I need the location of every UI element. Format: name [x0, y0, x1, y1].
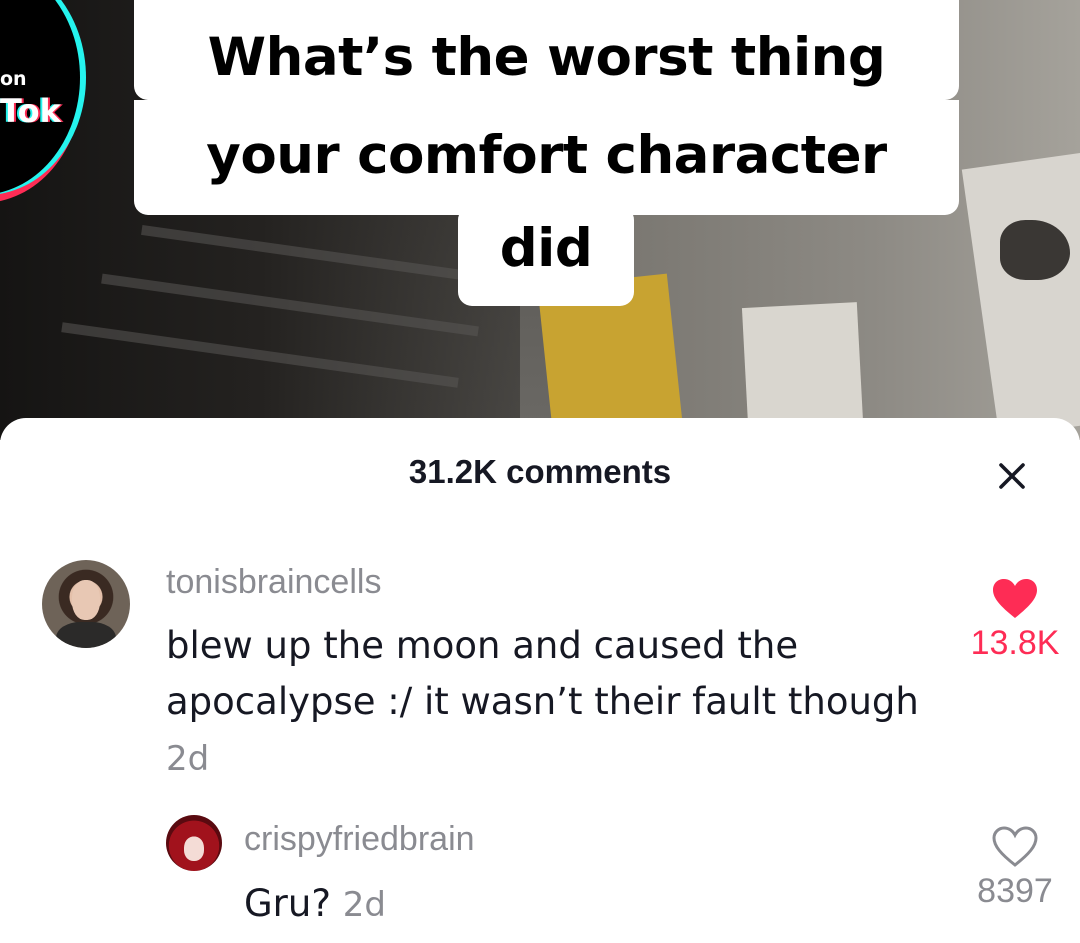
comment-age: 2d [342, 885, 386, 925]
caption-line-2: your comfort character [134, 100, 959, 215]
watermark-line1: on [0, 68, 27, 90]
avatar-face-shape [72, 580, 100, 620]
close-button[interactable] [990, 454, 1034, 498]
avatar-body-shape [56, 622, 116, 648]
like-button[interactable]: 13.8K [960, 578, 1070, 663]
video-player[interactable]: on Tok What’s the worst thing your comfo… [0, 0, 1080, 440]
comment-body: blew up the moon and caused the apocalyp… [166, 624, 919, 723]
comment-body: Gru? [244, 882, 331, 925]
avatar-face-shape [184, 837, 204, 861]
comment-username[interactable]: tonisbraincells [166, 563, 381, 602]
heart-outline-icon [992, 826, 1038, 867]
caption-line-1: What’s the worst thing [134, 0, 959, 100]
comment-text[interactable]: blew up the moon and caused the apocalyp… [166, 618, 926, 787]
avatar[interactable] [166, 815, 222, 871]
comment-age: 2d [166, 739, 210, 779]
avatar[interactable] [42, 560, 130, 648]
like-count: 13.8K [970, 624, 1060, 662]
caption-line-3: did [458, 206, 634, 306]
like-button[interactable]: 8397 [960, 826, 1070, 911]
comment-username[interactable]: crispyfriedbrain [244, 820, 475, 859]
comments-sheet: 31.2K comments tonisbraincells blew up t… [0, 418, 1080, 943]
video-poster-white [741, 302, 864, 428]
watermark-line2: Tok [0, 92, 61, 130]
comment-text[interactable]: Gru? 2d [244, 876, 386, 933]
close-icon [999, 463, 1025, 489]
like-count: 8397 [977, 872, 1053, 910]
comments-count-title: 31.2K comments [408, 453, 672, 490]
heart-filled-icon [993, 579, 1037, 618]
